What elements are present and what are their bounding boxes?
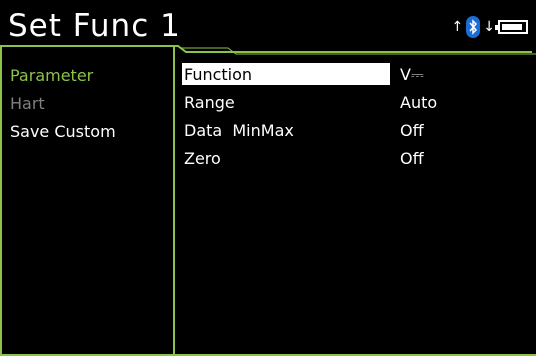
status-bar: ↑ ↓ — [452, 16, 528, 38]
download-arrow-icon: ↓ — [483, 19, 495, 35]
upload-arrow-icon: ↑ — [451, 19, 464, 35]
param-value: Off — [400, 121, 424, 140]
menu-item-parameter[interactable]: Parameter — [10, 62, 116, 90]
param-row-function[interactable]: Function V⎓ — [182, 61, 434, 89]
param-value: Auto — [400, 93, 438, 112]
param-name: Zero — [184, 149, 221, 168]
page-title: Set Func 1 — [8, 8, 181, 44]
menu-item-hart[interactable]: Hart — [10, 90, 116, 118]
param-value: V⎓ — [400, 65, 424, 84]
frame-lines — [0, 45, 536, 356]
battery-icon — [495, 20, 528, 34]
parameter-list: Function V⎓ Range Auto Data MinMax Off Z… — [182, 61, 438, 173]
param-row-data-minmax[interactable]: Data MinMax Off — [182, 117, 434, 145]
param-value: Off — [400, 149, 424, 168]
param-name: Function — [184, 65, 253, 84]
menu-item-save-custom[interactable]: Save Custom — [10, 118, 116, 146]
param-row-range[interactable]: Range Auto — [182, 89, 438, 117]
left-menu: Parameter Hart Save Custom — [10, 62, 116, 146]
param-row-zero[interactable]: Zero Off — [182, 145, 434, 173]
battery-fill — [502, 24, 522, 30]
param-name: Data MinMax — [184, 121, 294, 140]
param-name: Range — [184, 93, 235, 112]
bluetooth-icon — [466, 16, 481, 38]
